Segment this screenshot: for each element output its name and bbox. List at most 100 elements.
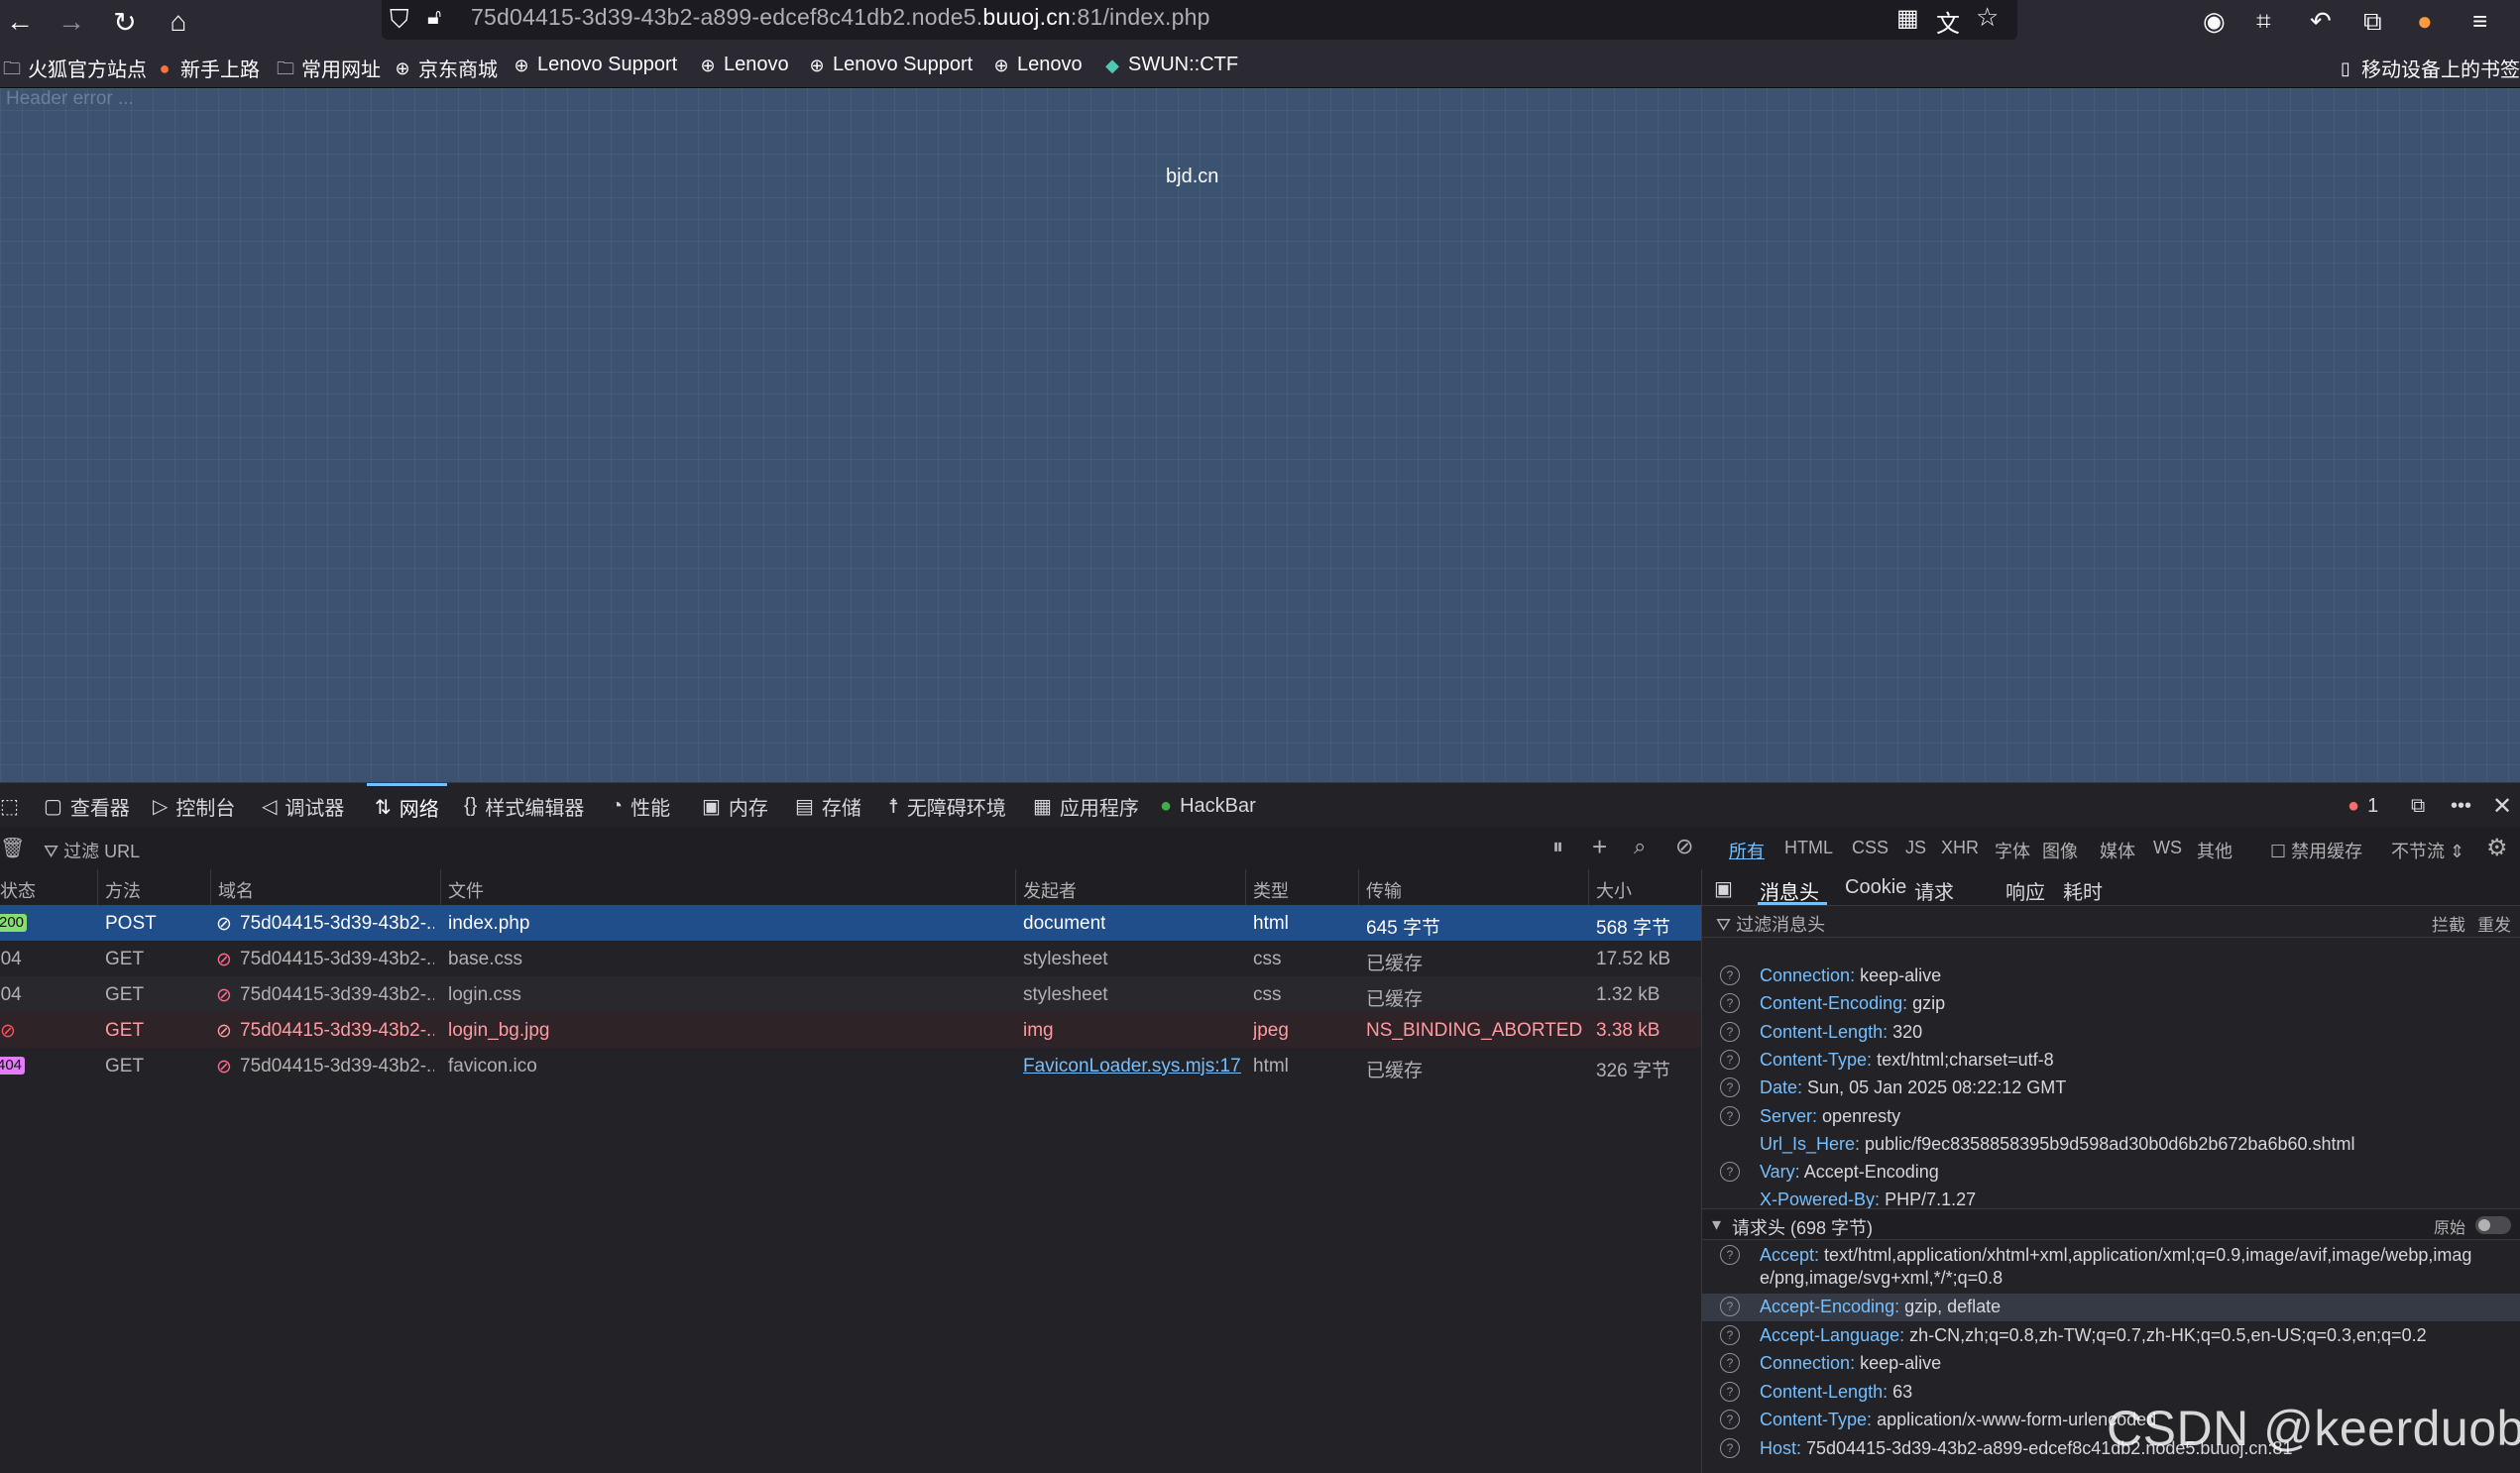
filter-html[interactable]: HTML: [1784, 838, 1833, 858]
resend-button[interactable]: 重发: [2477, 911, 2511, 936]
extensions-icon[interactable]: ⧉: [2363, 6, 2382, 38]
pause-icon[interactable]: ⏸︎: [1552, 834, 1563, 859]
col-method[interactable]: 方法: [105, 877, 141, 903]
col-file[interactable]: 文件: [448, 877, 484, 903]
bookmark-item[interactable]: ◆ SWUN::CTF: [1102, 54, 1238, 76]
request-header-row[interactable]: ? Accept-Encoding: gzip, deflate: [1702, 1294, 2520, 1321]
menu-icon[interactable]: ≡: [2472, 6, 2487, 37]
help-icon[interactable]: ?: [1720, 1353, 1740, 1373]
tab-network[interactable]: ⇅ 网络: [367, 783, 447, 829]
tab-inspector[interactable]: ▢ 查看器: [44, 783, 130, 829]
account-icon[interactable]: ◉: [2203, 6, 2226, 37]
table-row[interactable]: 404 GET ⊘ 75d04415-3d39-43b2-... favicon…: [0, 1048, 1701, 1083]
tab-response[interactable]: 响应: [2005, 876, 2045, 905]
col-domain[interactable]: 域名: [218, 877, 254, 903]
back-icon[interactable]: ←: [2, 4, 38, 40]
request-header-row[interactable]: ? Accept-Language: zh-CN,zh;q=0.8,zh-TW;q…: [1702, 1322, 2520, 1350]
filter-xhr[interactable]: XHR: [1941, 838, 1979, 858]
tab-performance[interactable]: ◔ 性能: [611, 783, 670, 829]
profile-avatar-icon[interactable]: ●: [2417, 6, 2433, 37]
bookmark-item[interactable]: ⊕ Lenovo: [991, 54, 1082, 76]
screenshot-icon[interactable]: ⌗: [2256, 6, 2271, 38]
error-count-badge[interactable]: ● 1: [2348, 783, 2378, 829]
help-icon[interactable]: ?: [1720, 1437, 1740, 1458]
settings-gear-icon[interactable]: ⚙: [2486, 834, 2508, 862]
search-icon[interactable]: ⌕: [1634, 834, 1646, 859]
tab-application[interactable]: ▦ 应用程序: [1033, 783, 1139, 829]
home-icon[interactable]: ⌂: [161, 4, 196, 40]
bookmark-item[interactable]: ⊕ 京东商城: [393, 54, 498, 82]
tab-cookie[interactable]: Cookie: [1845, 876, 1906, 899]
header-filter-input[interactable]: ⛛ 过滤消息头: [1716, 911, 1825, 937]
help-icon[interactable]: ?: [1720, 1105, 1740, 1126]
help-icon[interactable]: ?: [1720, 1324, 1740, 1345]
col-status[interactable]: 状态: [0, 877, 36, 903]
qr-code-icon[interactable]: ▦: [1896, 4, 1919, 33]
filter-all[interactable]: 所有: [1729, 838, 1765, 863]
bookmark-item[interactable]: ⊕ Lenovo Support: [807, 54, 973, 76]
add-icon[interactable]: +: [1592, 832, 1607, 862]
tab-hackbar[interactable]: ● HackBar: [1160, 783, 1256, 829]
dock-icon[interactable]: ⧉: [2411, 783, 2425, 829]
response-header-row[interactable]: ? Date: Sun, 05 Jan 2025 08:22:12 GMT: [1702, 1075, 2520, 1102]
bookmark-item[interactable]: ⊕ Lenovo Support: [512, 54, 677, 76]
help-icon[interactable]: ?: [1720, 993, 1740, 1014]
throttle-select[interactable]: 不节流 ⇕: [2391, 838, 2464, 863]
translate-icon[interactable]: 文: [1936, 4, 1960, 39]
help-icon[interactable]: ?: [1720, 1381, 1740, 1402]
col-transfer[interactable]: 传输: [1366, 877, 1402, 903]
block-button[interactable]: 拦截: [2432, 911, 2465, 936]
request-headers-section[interactable]: ▾ 请求头 (698 字节) 原始: [1702, 1208, 2520, 1240]
col-type[interactable]: 类型: [1253, 877, 1289, 903]
reload-icon[interactable]: ↻: [107, 4, 143, 40]
help-icon[interactable]: ?: [1720, 1162, 1740, 1183]
request-header-row[interactable]: ? Connection: keep-alive: [1702, 1350, 2520, 1378]
bookmark-item[interactable]: 🗀 常用网址: [276, 54, 381, 82]
help-icon[interactable]: ?: [1720, 1245, 1740, 1265]
help-icon[interactable]: ?: [1720, 1410, 1740, 1429]
filter-css[interactable]: CSS: [1852, 838, 1889, 858]
response-header-row[interactable]: ? Content-Type: text/html;charset=utf-8: [1702, 1047, 2520, 1075]
response-header-row[interactable]: ? Vary: Accept-Encoding: [1702, 1159, 2520, 1187]
request-header-row[interactable]: ? Accept: text/html,application/xhtml+xml…: [1702, 1242, 2520, 1294]
shield-icon[interactable]: ⛉: [390, 4, 409, 36]
response-header-row[interactable]: ? Content-Encoding: gzip: [1702, 990, 2520, 1018]
element-picker-icon[interactable]: ⬚: [0, 783, 19, 829]
filter-media[interactable]: 媒体: [2100, 838, 2135, 863]
bookmark-item[interactable]: ⊕ Lenovo: [698, 54, 788, 76]
tab-accessibility[interactable]: ☨ 无障碍环境: [888, 783, 1006, 829]
table-row[interactable]: 200 POST ⊘ 75d04415-3d39-43b2-... index.…: [0, 905, 1701, 941]
response-header-row[interactable]: ? Content-Length: 320: [1702, 1019, 2520, 1047]
tab-style-editor[interactable]: {} 样式编辑器: [464, 783, 584, 829]
filter-images[interactable]: 图像: [2042, 838, 2078, 863]
col-initiator[interactable]: 发起者: [1023, 877, 1077, 903]
response-header-row[interactable]: Url_Is_Here: public/f9ec8358858395b9d598…: [1702, 1131, 2520, 1159]
tab-timings[interactable]: 耗时: [2063, 876, 2103, 905]
toggle-sidebar-icon[interactable]: ▣: [1714, 876, 1733, 901]
help-icon[interactable]: ?: [1720, 1297, 1740, 1316]
response-header-row[interactable]: ? Connection: keep-alive: [1702, 963, 2520, 990]
table-row[interactable]: ⊘ GET ⊘ 75d04415-3d39-43b2-... login_bg.…: [0, 1012, 1701, 1048]
help-icon[interactable]: ?: [1720, 1021, 1740, 1042]
url-bar[interactable]: ⛉ 🔓︎ 75d04415-3d39-43b2-a899-edcef8c41db…: [382, 0, 2017, 40]
filter-fonts[interactable]: 字体: [1995, 838, 2030, 863]
tab-request[interactable]: 请求: [1914, 876, 1954, 905]
mobile-bookmarks[interactable]: ▯ 移动设备上的书签: [2336, 54, 2520, 82]
close-devtools-icon[interactable]: ✕: [2492, 783, 2512, 829]
bookmark-item[interactable]: 🗀 火狐官方站点: [2, 54, 147, 82]
col-size[interactable]: 大小: [1596, 877, 1632, 903]
table-row[interactable]: 304 GET ⊘ 75d04415-3d39-43b2-... login.c…: [0, 976, 1701, 1012]
help-icon[interactable]: ?: [1720, 1077, 1740, 1098]
disable-cache-checkbox[interactable]: ☐ 禁用缓存: [2270, 838, 2362, 863]
tab-console[interactable]: ▷ 控制台: [153, 783, 235, 829]
filter-ws[interactable]: WS: [2153, 838, 2182, 858]
tab-debugger[interactable]: ◁ 调试器: [262, 783, 344, 829]
filter-js[interactable]: JS: [1905, 838, 1926, 858]
raw-toggle[interactable]: [2475, 1216, 2511, 1234]
clear-requests-icon[interactable]: 🗑︎: [0, 836, 25, 860]
block-icon[interactable]: ⊘: [1675, 834, 1693, 859]
undo-icon[interactable]: ↶: [2310, 6, 2332, 37]
bookmark-item[interactable]: ● 新手上路: [155, 54, 260, 82]
more-options-icon[interactable]: •••: [2451, 783, 2471, 829]
help-icon[interactable]: ?: [1720, 1049, 1740, 1070]
